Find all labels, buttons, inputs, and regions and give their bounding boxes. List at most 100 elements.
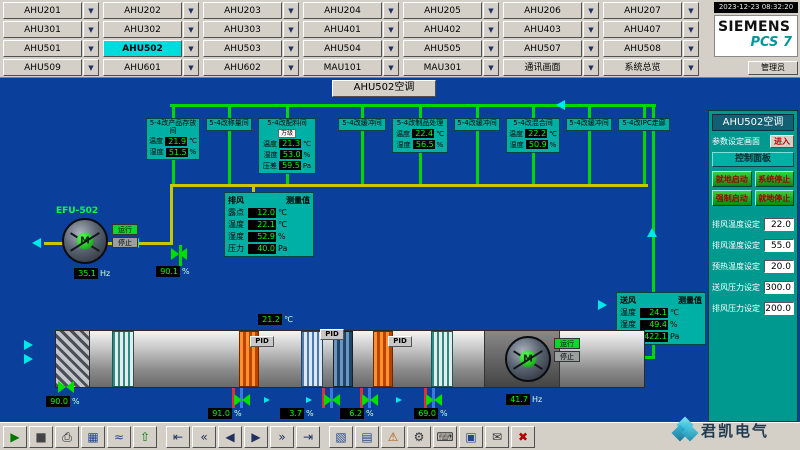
fresh-air-louver-icon [56, 331, 90, 387]
nav-dropdown-button[interactable]: ▼ [183, 2, 199, 19]
control-command-button[interactable]: 就地停止 [755, 190, 795, 206]
nav-prev-button[interactable]: ◀ [218, 426, 242, 448]
nav-dropdown-button[interactable]: ▼ [683, 2, 699, 19]
nav-dropdown-button[interactable]: ▼ [483, 59, 499, 76]
nav-screen-button[interactable]: AHU207 [603, 2, 682, 19]
settings-button[interactable]: ⚙ [407, 426, 431, 448]
overview-button[interactable]: ▧ [329, 426, 353, 448]
nav-dropdown-button[interactable]: ▼ [683, 40, 699, 57]
nav-fast-prev-button[interactable]: « [192, 426, 216, 448]
exhaust-fan-icon: M [62, 218, 108, 264]
nav-last-button[interactable]: ⇥ [296, 426, 320, 448]
export-button[interactable]: ⇧ [133, 426, 157, 448]
nav-screen-button[interactable]: AHU505 [403, 40, 482, 57]
nav-dropdown-button[interactable]: ▼ [583, 21, 599, 38]
nav-dropdown-button[interactable]: ▼ [183, 59, 199, 76]
stop-button[interactable]: ■ [29, 426, 53, 448]
nav-screen-button[interactable]: AHU201 [3, 2, 82, 19]
nav-dropdown-button[interactable]: ▼ [283, 21, 299, 38]
nav-screen-button[interactable]: AHU601 [103, 59, 182, 76]
nav-dropdown-button[interactable]: ▼ [83, 2, 99, 19]
control-command-button[interactable]: 系统停止 [755, 171, 795, 187]
measurement-label: 温度 [396, 129, 410, 139]
nav-screen-button[interactable]: 系统总览 [603, 59, 682, 76]
nav-dropdown-button[interactable]: ▼ [583, 40, 599, 57]
pid-controller[interactable]: PID [250, 336, 274, 347]
nav-screen-button[interactable]: AHU403 [503, 21, 582, 38]
enter-settings-button[interactable]: 进入 [770, 135, 794, 148]
nav-first-button[interactable]: ⇤ [166, 426, 190, 448]
nav-dropdown-button[interactable]: ▼ [83, 40, 99, 57]
nav-dropdown-button[interactable]: ▼ [483, 21, 499, 38]
nav-screen-button[interactable]: MAU301 [403, 59, 482, 76]
nav-dropdown-button[interactable]: ▼ [683, 21, 699, 38]
nav-screen-button[interactable]: AHU508 [603, 40, 682, 57]
nav-screen-button[interactable]: AHU303 [203, 21, 282, 38]
nav-screen-button[interactable]: MAU101 [303, 59, 382, 76]
close-button[interactable]: ✖ [511, 426, 535, 448]
keyboard-button[interactable]: ⌨ [433, 426, 457, 448]
nav-screen-button[interactable]: AHU302 [103, 21, 182, 38]
screen-select-button[interactable]: ▦ [81, 426, 105, 448]
alarm-button[interactable]: ⚠ [381, 426, 405, 448]
coil-valve-icon[interactable] [324, 394, 340, 406]
nav-screen-button[interactable]: AHU206 [503, 2, 582, 19]
nav-screen-button[interactable]: AHU202 [103, 2, 182, 19]
trend-button[interactable]: ≈ [107, 426, 131, 448]
nav-screen-button[interactable]: AHU502 [103, 40, 182, 57]
nav-screen-button[interactable]: AHU501 [3, 40, 82, 57]
pid-controller[interactable]: PID [388, 336, 412, 347]
setpoint-value[interactable]: 22.0 [764, 218, 794, 231]
nav-dropdown-button[interactable]: ▼ [383, 40, 399, 57]
nav-dropdown-button[interactable]: ▼ [83, 59, 99, 76]
nav-screen-button[interactable]: AHU203 [203, 2, 282, 19]
nav-dropdown-button[interactable]: ▼ [183, 21, 199, 38]
nav-dropdown-button[interactable]: ▼ [483, 2, 499, 19]
setpoint-value[interactable]: 55.0 [764, 239, 794, 252]
nav-dropdown-button[interactable]: ▼ [483, 40, 499, 57]
nav-dropdown-button[interactable]: ▼ [283, 2, 299, 19]
report-button[interactable]: ▤ [355, 426, 379, 448]
measurement-value: 12.0 [248, 208, 276, 218]
nav-screen-button[interactable]: AHU503 [203, 40, 282, 57]
nav-dropdown-button[interactable]: ▼ [583, 59, 599, 76]
message-button[interactable]: ✉ [485, 426, 509, 448]
nav-dropdown-button[interactable]: ▼ [383, 59, 399, 76]
measurement-row: 湿度56.5% [394, 140, 446, 150]
coil-valve-icon[interactable] [426, 394, 442, 406]
nav-dropdown-button[interactable]: ▼ [283, 59, 299, 76]
nav-dropdown-button[interactable]: ▼ [383, 2, 399, 19]
coil-valve-icon[interactable] [362, 394, 378, 406]
coil-valve-icon[interactable] [234, 394, 250, 406]
control-command-button[interactable]: 就地启动 [712, 171, 752, 187]
nav-screen-button[interactable]: AHU407 [603, 21, 682, 38]
nav-dropdown-button[interactable]: ▼ [183, 40, 199, 57]
nav-dropdown-button[interactable]: ▼ [283, 40, 299, 57]
nav-dropdown-button[interactable]: ▼ [583, 2, 599, 19]
control-command-button[interactable]: 强制启动 [712, 190, 752, 206]
nav-screen-button[interactable]: AHU509 [3, 59, 82, 76]
fresh-air-damper-icon[interactable] [58, 381, 74, 393]
nav-screen-button[interactable]: AHU301 [3, 21, 82, 38]
nav-dropdown-button[interactable]: ▼ [683, 59, 699, 76]
nav-screen-button[interactable]: AHU204 [303, 2, 382, 19]
setpoint-value[interactable]: 300.0 [764, 281, 794, 294]
nav-screen-button[interactable]: AHU402 [403, 21, 482, 38]
nav-screen-button[interactable]: AHU401 [303, 21, 382, 38]
exhaust-valve-icon[interactable] [171, 248, 187, 260]
print-button[interactable]: ⎙ [55, 426, 79, 448]
save-button[interactable]: ▣ [459, 426, 483, 448]
nav-dropdown-button[interactable]: ▼ [383, 21, 399, 38]
setpoint-value[interactable]: 200.0 [764, 302, 794, 315]
nav-screen-button[interactable]: AHU602 [203, 59, 282, 76]
run-button[interactable]: ▶ [3, 426, 27, 448]
nav-screen-button[interactable]: AHU205 [403, 2, 482, 19]
nav-screen-button[interactable]: AHU504 [303, 40, 382, 57]
nav-next-button[interactable]: ▶ [244, 426, 268, 448]
setpoint-value[interactable]: 20.0 [764, 260, 794, 273]
nav-dropdown-button[interactable]: ▼ [83, 21, 99, 38]
nav-fast-next-button[interactable]: » [270, 426, 294, 448]
pid-controller[interactable]: PID [320, 329, 344, 340]
nav-screen-button[interactable]: AHU507 [503, 40, 582, 57]
nav-screen-button[interactable]: 通讯画面 [503, 59, 582, 76]
